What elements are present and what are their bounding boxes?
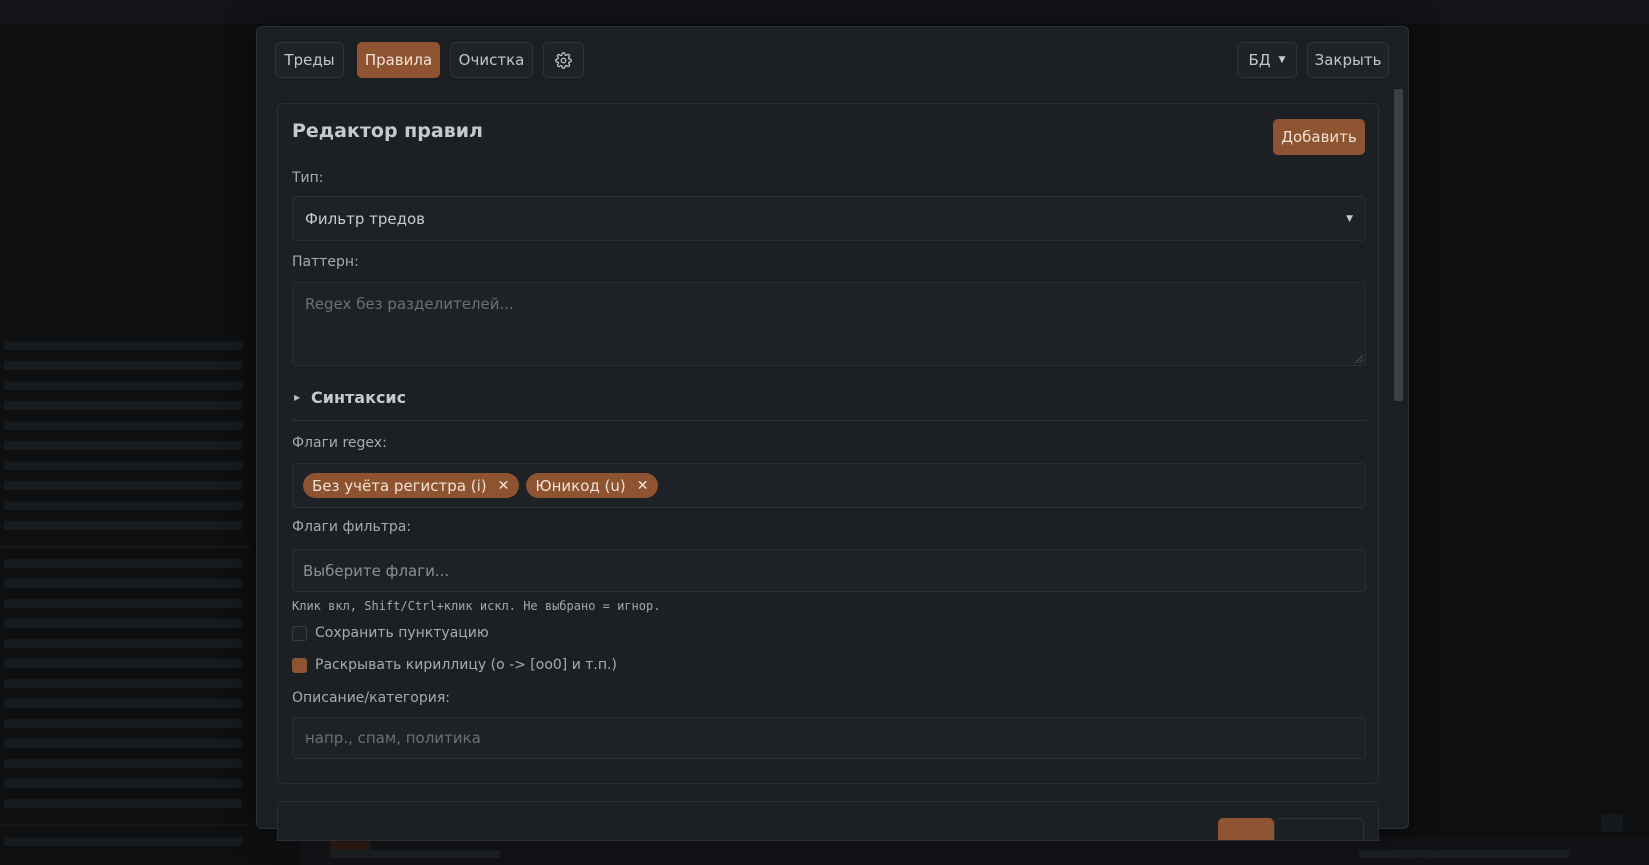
- syntax-details[interactable]: ▶ Синтаксис: [292, 376, 1366, 421]
- filter-flags-placeholder: Выберите флаги...: [303, 561, 450, 580]
- pattern-textarea[interactable]: Regex без разделителей...: [292, 282, 1366, 366]
- rules-list-title-fragment: [292, 820, 306, 834]
- keep-punctuation-checkbox[interactable]: Сохранить пунктуацию: [292, 625, 489, 641]
- tab-threads[interactable]: Треды: [275, 42, 344, 78]
- rules-list-panel: [277, 801, 1379, 841]
- db-dropdown-button[interactable]: БД ▼: [1237, 42, 1297, 78]
- type-select-value: Фильтр тредов: [305, 209, 425, 228]
- chevron-down-icon: ▼: [1346, 213, 1353, 224]
- filter-flags-multiselect[interactable]: Выберите флаги...: [292, 549, 1366, 592]
- regex-flag-chip: Без учёта регистра (i) ✕: [303, 473, 520, 498]
- scrollbar-thumb[interactable]: [1394, 89, 1403, 401]
- editor-title: Редактор правил: [292, 120, 483, 142]
- remove-chip-icon[interactable]: ✕: [637, 478, 649, 494]
- expand-cyrillic-label: Раскрывать кириллицу (о -> [оо0] и т.п.): [315, 657, 617, 673]
- regex-flags-label: Флаги regex:: [292, 435, 387, 451]
- pattern-placeholder: Regex без разделителей...: [305, 295, 514, 313]
- add-rule-button[interactable]: Добавить: [1273, 119, 1365, 155]
- tab-cleanup[interactable]: Очистка: [450, 42, 533, 78]
- tab-rules[interactable]: Правила: [357, 42, 440, 78]
- description-label: Описание/категория:: [292, 690, 450, 706]
- description-input[interactable]: напр., спам, политика: [292, 717, 1366, 759]
- syntax-summary: Синтаксис: [311, 388, 407, 407]
- db-label: БД: [1248, 51, 1271, 69]
- type-select[interactable]: Фильтр тредов ▼: [292, 196, 1366, 241]
- close-button[interactable]: Закрыть: [1307, 42, 1389, 78]
- pattern-label: Паттерн:: [292, 254, 359, 270]
- regex-flags-multiselect[interactable]: Без учёта регистра (i) ✕ Юникод (u) ✕: [292, 463, 1366, 508]
- description-placeholder: напр., спам, политика: [305, 729, 481, 747]
- keep-punctuation-label: Сохранить пунктуацию: [315, 625, 489, 641]
- regex-flag-chip-label: Юникод (u): [535, 476, 626, 495]
- rules-modal: Треды Правила Очистка БД ▼ Закрыть Редак…: [256, 26, 1409, 841]
- rules-list-secondary-button[interactable]: [1274, 818, 1364, 840]
- background-bottom-bar: [300, 838, 1649, 865]
- checkbox-box[interactable]: [292, 625, 307, 641]
- disclosure-triangle-icon: ▶: [294, 393, 301, 402]
- checkbox-box[interactable]: [292, 657, 307, 673]
- background-list: [0, 330, 250, 846]
- background-corner-button: [1601, 814, 1623, 832]
- filter-flags-label: Флаги фильтра:: [292, 519, 412, 535]
- filter-flags-hint: Клик вкл, Shift/Ctrl+клик искл. Не выбра…: [292, 599, 661, 613]
- rule-editor-panel: Редактор правил Добавить Тип: Фильтр тре…: [277, 103, 1379, 784]
- expand-cyrillic-checkbox[interactable]: Раскрывать кириллицу (о -> [оо0] и т.п.): [292, 657, 617, 673]
- rules-list-action-button[interactable]: [1218, 818, 1274, 840]
- resize-handle-icon[interactable]: [1355, 355, 1363, 363]
- settings-button[interactable]: [543, 42, 584, 78]
- regex-flag-chip: Юникод (u) ✕: [526, 473, 659, 498]
- regex-flag-chip-label: Без учёта регистра (i): [312, 476, 487, 495]
- caret-down-icon: ▼: [1278, 55, 1286, 65]
- gear-icon: [555, 51, 572, 69]
- background-topbar: [0, 0, 1649, 24]
- remove-chip-icon[interactable]: ✕: [498, 478, 510, 494]
- type-label: Тип:: [292, 170, 324, 186]
